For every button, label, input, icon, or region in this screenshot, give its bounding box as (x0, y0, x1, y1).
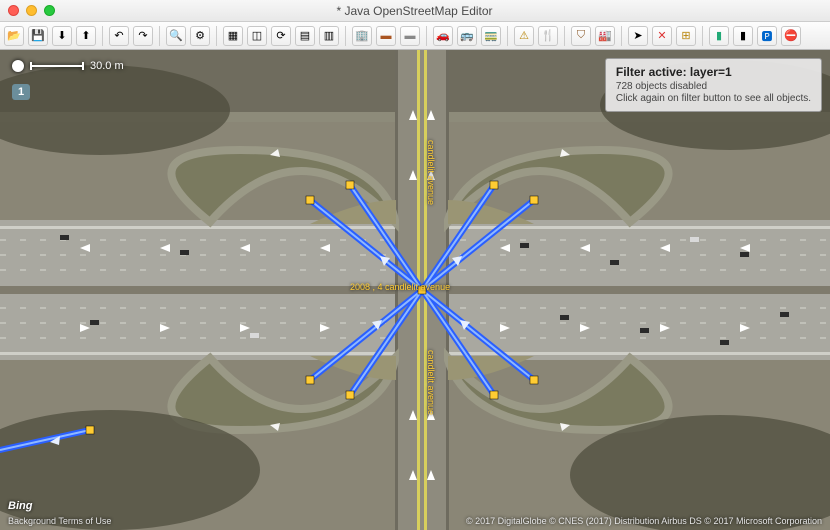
preset-industry-button[interactable]: 🏭 (595, 26, 615, 46)
parking-icon: 🅿 (762, 28, 773, 44)
save-icon: 💾 (31, 29, 45, 42)
building-icon: 🏢 (355, 29, 369, 42)
preset-train-button[interactable]: 🚃 (481, 26, 501, 46)
draw-tool-button[interactable]: ✕ (652, 26, 672, 46)
search-button[interactable]: 🔍 (166, 26, 186, 46)
toolbar-separator (345, 26, 346, 46)
main-toolbar: 📂 💾 ⬇ ⬆ ↶ ↷ 🔍 ⚙ ▦ ◫ ⟳ ▤ ▥ 🏢 ▬ ▬ 🚗 🚌 🚃 ⚠ … (0, 22, 830, 50)
no-entry-icon: ⛔ (784, 29, 798, 42)
traffic-sign-icon: ▮ (716, 29, 722, 42)
road-name-label: candlelit avenue (426, 350, 436, 415)
wireframe-icon: ▦ (228, 29, 238, 42)
preset-factory-button[interactable]: ⛉ (571, 26, 591, 46)
cross-icon: ✕ (657, 29, 666, 42)
scale-bar: 30.0 m (12, 60, 124, 72)
preset-car-button[interactable]: 🚗 (433, 26, 453, 46)
window-icon: ◫ (252, 29, 262, 42)
preset-bus-button[interactable]: 🚌 (457, 26, 477, 46)
preset-parking-button[interactable]: 🅿 (757, 26, 777, 46)
toolbar-separator (564, 26, 565, 46)
toolbar-separator (426, 26, 427, 46)
filter-count: 728 objects disabled (616, 81, 811, 93)
bus-icon: 🚌 (460, 29, 474, 42)
scale-line-icon (30, 65, 84, 67)
warning-icon: ⚠ (519, 29, 529, 42)
download-button[interactable]: ⬇ (52, 26, 72, 46)
toolbar-separator (216, 26, 217, 46)
undo-icon: ↶ (114, 29, 123, 42)
imagery-provider: Bing (8, 500, 32, 512)
gear-icon: ⚙ (195, 29, 205, 42)
tool-icon: ▥ (324, 29, 334, 42)
preset-building-button[interactable]: 🏢 (352, 26, 372, 46)
toolbar-separator (621, 26, 622, 46)
window-titlebar: * Java OpenStreetMap Editor (0, 0, 830, 22)
building-icon: ▬ (381, 30, 392, 42)
filter-button[interactable]: ⊞ (676, 26, 696, 46)
building-icon: ▬ (405, 30, 416, 42)
preset-building-button[interactable]: ▬ (400, 26, 420, 46)
download-icon: ⬇ (57, 29, 66, 42)
upload-button[interactable]: ⬆ (76, 26, 96, 46)
refresh-button[interactable]: ⟳ (271, 26, 291, 46)
dialogs-button[interactable]: ◫ (247, 26, 267, 46)
food-icon: 🍴 (541, 29, 555, 42)
scale-origin-icon (12, 60, 24, 72)
scale-label: 30.0 m (90, 60, 124, 72)
redo-button[interactable]: ↷ (133, 26, 153, 46)
road-name-label: candlelit avenue (426, 140, 436, 205)
preset-building-button[interactable]: ▬ (376, 26, 396, 46)
preset-traffic-button[interactable]: ▮ (733, 26, 753, 46)
road-info-label: 2008 , 4 candlelit avenue (350, 282, 450, 292)
node-icon: ⊞ (681, 29, 690, 42)
save-button[interactable]: 💾 (28, 26, 48, 46)
layer-badge[interactable]: 1 (12, 84, 30, 100)
filter-notice[interactable]: Filter active: layer=1 728 objects disab… (605, 58, 822, 112)
traffic-sign-icon: ▮ (740, 29, 746, 42)
open-button[interactable]: 📂 (4, 26, 24, 46)
upload-icon: ⬆ (81, 29, 90, 42)
car-icon: 🚗 (436, 29, 450, 42)
filter-hint: Click again on filter button to see all … (616, 93, 811, 105)
imagery-attribution: © 2017 DigitalGlobe © CNES (2017) Distri… (466, 516, 822, 526)
wireframe-button[interactable]: ▦ (223, 26, 243, 46)
close-icon[interactable] (8, 5, 19, 16)
window-title: * Java OpenStreetMap Editor (37, 4, 792, 18)
tool-icon: ⛉ (577, 29, 585, 42)
cursor-icon: ➤ (633, 29, 642, 42)
toolbar-separator (102, 26, 103, 46)
preferences-button[interactable]: ⚙ (190, 26, 210, 46)
toolbar-separator (159, 26, 160, 46)
train-icon: 🚃 (484, 29, 498, 42)
toolbar-separator (507, 26, 508, 46)
preset-food-button[interactable]: 🍴 (538, 26, 558, 46)
open-icon: 📂 (7, 29, 21, 42)
redo-icon: ↷ (138, 29, 147, 42)
toolbar-separator (702, 26, 703, 46)
preset-noentry-button[interactable]: ⛔ (781, 26, 801, 46)
background-terms-link[interactable]: Background Terms of Use (8, 516, 111, 526)
undo-button[interactable]: ↶ (109, 26, 129, 46)
filter-title: Filter active: layer=1 (616, 65, 811, 79)
preset-traffic-button[interactable]: ▮ (709, 26, 729, 46)
minimize-icon[interactable] (26, 5, 37, 16)
tool-icon: ▤ (300, 29, 310, 42)
preset-warning-button[interactable]: ⚠ (514, 26, 534, 46)
tool-button[interactable]: ▥ (319, 26, 339, 46)
search-icon: 🔍 (169, 29, 183, 42)
select-tool-button[interactable]: ➤ (628, 26, 648, 46)
refresh-icon: ⟳ (276, 29, 285, 42)
factory-icon: 🏭 (598, 29, 612, 42)
tool-button[interactable]: ▤ (295, 26, 315, 46)
map-canvas[interactable]: 30.0 m 1 candlelit avenue 2008 , 4 candl… (0, 50, 830, 530)
